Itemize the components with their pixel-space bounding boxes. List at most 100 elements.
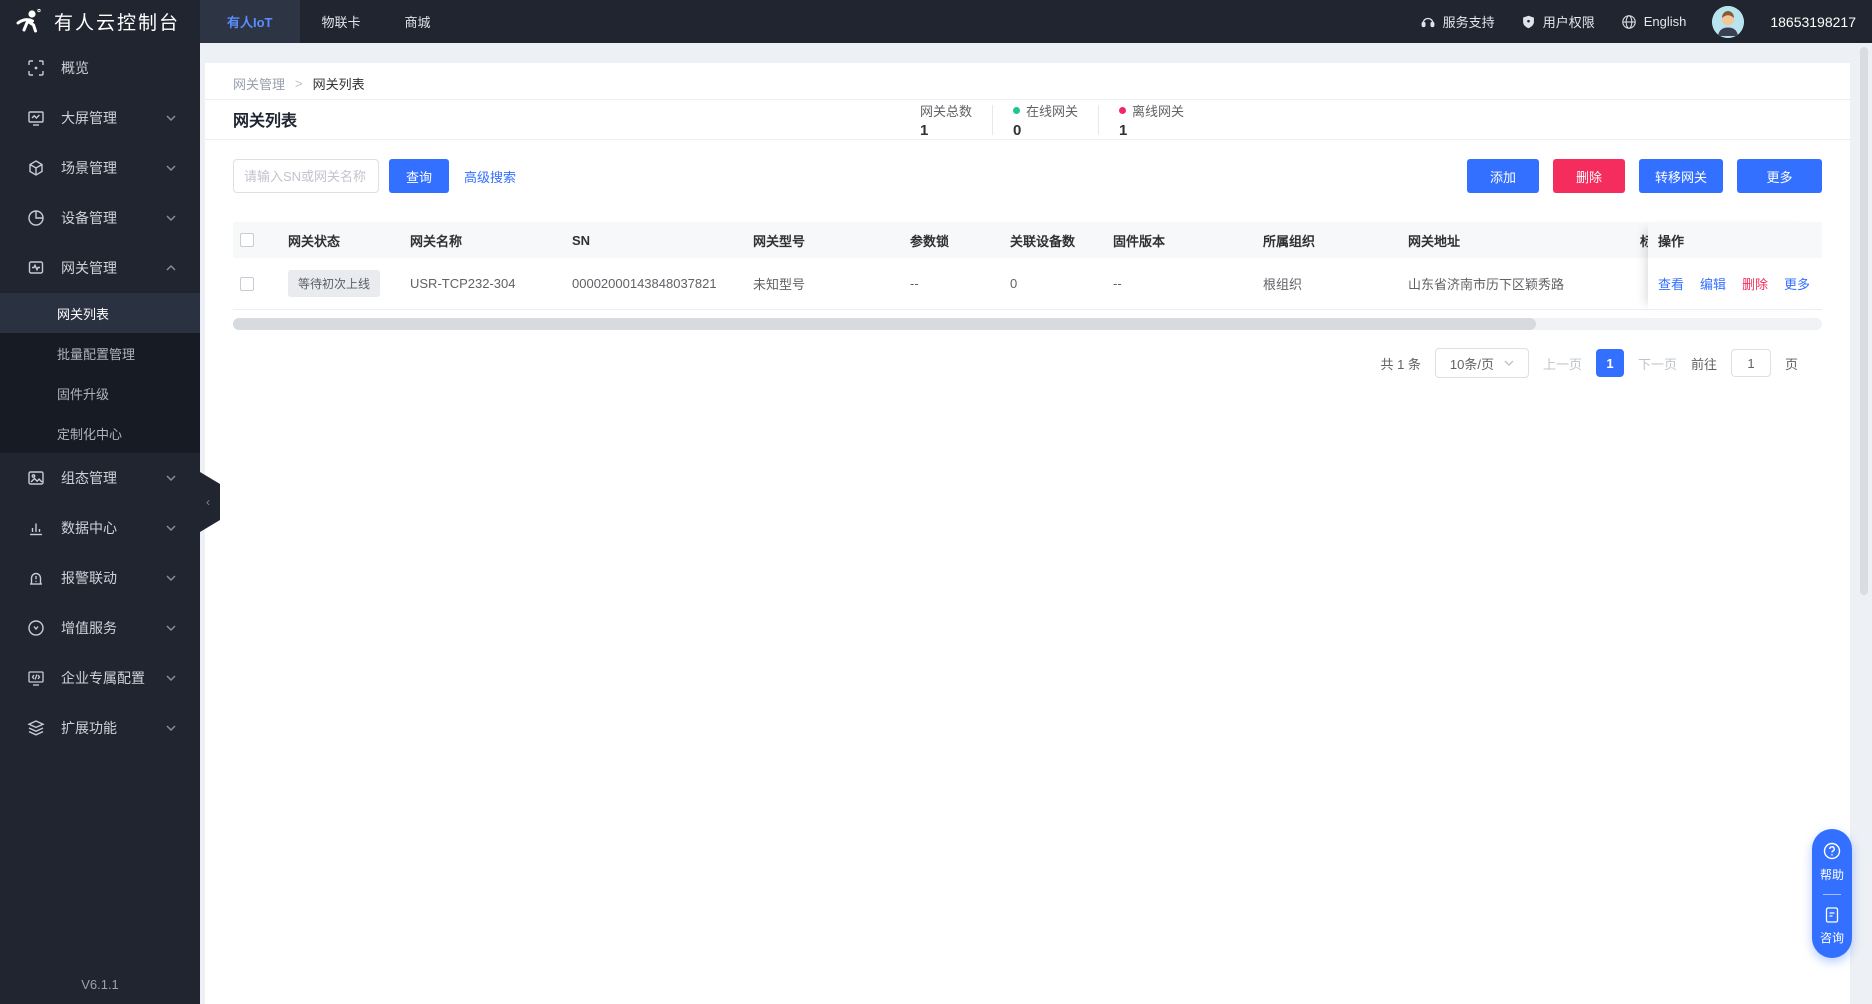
globe-icon xyxy=(1621,14,1637,30)
view-link[interactable]: 查看 xyxy=(1658,274,1684,293)
cell-address: 山东省济南市历下区颖秀路 xyxy=(1401,274,1633,293)
help-question-icon[interactable] xyxy=(1822,841,1842,861)
stat-offline: 离线网关 1 xyxy=(1099,101,1204,139)
chevron-down-icon xyxy=(166,725,176,731)
alarm-icon xyxy=(27,569,45,587)
usr-logo-icon xyxy=(13,7,43,37)
select-all-checkbox[interactable] xyxy=(240,233,254,247)
stat-online-value: 0 xyxy=(1013,122,1078,139)
online-dot-icon xyxy=(1013,107,1020,114)
horizontal-scrollbar[interactable] xyxy=(233,318,1822,330)
sidebar-item-screen-mgmt[interactable]: 大屏管理 xyxy=(0,93,200,143)
prev-page-button[interactable]: 上一页 xyxy=(1543,354,1582,373)
pagination: 共 1 条 10条/页 上一页 1 下一页 前往 页 xyxy=(205,348,1798,378)
horizontal-scrollbar-thumb[interactable] xyxy=(233,318,1536,330)
monitor-code-icon xyxy=(27,669,45,687)
account-phone[interactable]: 18653198217 xyxy=(1770,14,1856,30)
transfer-gateway-button[interactable]: 转移网关 xyxy=(1639,159,1723,193)
sidebar-item-firmware-upgrade[interactable]: 固件升级 xyxy=(0,373,200,413)
layers-icon xyxy=(27,719,45,737)
edit-link[interactable]: 编辑 xyxy=(1700,274,1726,293)
service-support-label: 服务支持 xyxy=(1443,12,1495,31)
chevron-down-icon xyxy=(166,525,176,531)
service-support[interactable]: 服务支持 xyxy=(1420,12,1495,31)
next-page-button[interactable]: 下一页 xyxy=(1638,354,1677,373)
chevron-down-icon xyxy=(166,165,176,171)
sidebar-item-alarm-linkage[interactable]: 报警联动 xyxy=(0,553,200,603)
row-more-link[interactable]: 更多 xyxy=(1784,274,1810,293)
breadcrumb-parent[interactable]: 网关管理 xyxy=(233,74,285,93)
pagination-total: 共 1 条 xyxy=(1380,354,1420,373)
sidebar-item-device-mgmt[interactable]: 设备管理 xyxy=(0,193,200,243)
avatar[interactable] xyxy=(1712,6,1744,38)
sidebar-item-label: 设备管理 xyxy=(61,208,150,228)
sidebar-item-batch-config[interactable]: 批量配置管理 xyxy=(0,333,200,373)
row-actions: 查看 编辑 删除 更多 xyxy=(1648,258,1822,310)
sidebar-item-label: 报警联动 xyxy=(61,568,150,588)
col-header-sn: SN xyxy=(565,233,746,248)
delete-button[interactable]: 删除 xyxy=(1553,159,1625,193)
vertical-scrollbar[interactable] xyxy=(1860,47,1868,595)
sidebar-item-data-center[interactable]: 数据中心 xyxy=(0,503,200,553)
sidebar-item-scene-mgmt[interactable]: 场景管理 xyxy=(0,143,200,193)
sidebar-item-value-added-services[interactable]: 增值服务 xyxy=(0,603,200,653)
tab-iot-card[interactable]: 物联卡 xyxy=(300,0,383,43)
language-label: English xyxy=(1644,14,1687,29)
more-button[interactable]: 更多 xyxy=(1737,159,1822,193)
language-switch[interactable]: English xyxy=(1621,14,1687,30)
delete-link[interactable]: 删除 xyxy=(1742,274,1768,293)
stat-offline-value: 1 xyxy=(1119,122,1184,139)
goto-label: 前往 xyxy=(1691,354,1717,373)
sidebar-item-scada-mgmt[interactable]: 组态管理 xyxy=(0,453,200,503)
sidebar-item-enterprise-config[interactable]: 企业专属配置 xyxy=(0,653,200,703)
sidebar-item-customization-center[interactable]: 定制化中心 xyxy=(0,413,200,453)
sidebar-item-label: 网关管理 xyxy=(61,258,150,278)
col-header-linked-devices: 关联设备数 xyxy=(1003,231,1106,250)
sidebar-item-label: 概览 xyxy=(61,58,176,78)
sidebar-item-gateway-list[interactable]: 网关列表 xyxy=(0,293,200,333)
query-button[interactable]: 查询 xyxy=(389,159,449,193)
col-header-address: 网关地址 xyxy=(1401,231,1633,250)
advanced-search-link[interactable]: 高级搜索 xyxy=(464,167,516,186)
consult-doc-icon[interactable] xyxy=(1823,906,1841,924)
page-unit-label: 页 xyxy=(1785,354,1798,373)
operation-fixed-column: 操作 查看 编辑 删除 更多 xyxy=(1648,222,1822,311)
gateway-submenu: 网关列表 批量配置管理 固件升级 定制化中心 xyxy=(0,293,200,453)
user-permission[interactable]: 用户权限 xyxy=(1521,12,1595,31)
toolbar: 查询 高级搜索 添加 删除 转移网关 更多 xyxy=(233,159,1822,193)
sidebar-item-label: 数据中心 xyxy=(61,518,150,538)
tab-usr-iot[interactable]: 有人IoT xyxy=(200,0,300,43)
goto-page-input[interactable] xyxy=(1731,349,1771,377)
toolbar-actions: 添加 删除 转移网关 更多 xyxy=(1467,159,1822,193)
col-header-status: 网关状态 xyxy=(281,231,403,250)
add-button[interactable]: 添加 xyxy=(1467,159,1539,193)
consult-label[interactable]: 咨询 xyxy=(1820,929,1844,946)
cell-firmware: -- xyxy=(1106,276,1256,291)
page-header: 网关列表 网关总数 1 在线网关 0 离线网关 1 xyxy=(205,100,1850,140)
sidebar-item-gateway-mgmt[interactable]: 网关管理 xyxy=(0,243,200,293)
overview-icon xyxy=(27,59,45,77)
tab-mall[interactable]: 商城 xyxy=(383,0,453,43)
col-header-operation: 操作 xyxy=(1648,222,1822,258)
cell-linked-devices: 0 xyxy=(1003,276,1106,291)
chevron-down-icon xyxy=(166,475,176,481)
page-size-select[interactable]: 10条/页 xyxy=(1435,348,1529,378)
topbar: 有人云控制台 有人IoT 物联卡 商城 服务支持 xyxy=(0,0,1872,43)
sidebar-item-overview[interactable]: 概览 xyxy=(0,43,200,93)
top-tabs: 有人IoT 物联卡 商城 xyxy=(200,0,453,43)
cell-param-lock: -- xyxy=(903,276,1003,291)
stat-online-label: 在线网关 xyxy=(1026,101,1078,120)
breadcrumb-separator: > xyxy=(295,76,303,91)
search-input[interactable] xyxy=(233,159,379,193)
current-page-button[interactable]: 1 xyxy=(1596,349,1624,377)
chevron-down-icon xyxy=(166,115,176,121)
table-header-row: 网关状态 网关名称 SN 网关型号 参数锁 关联设备数 固件版本 所属组织 网关… xyxy=(233,222,1822,258)
col-header-name: 网关名称 xyxy=(403,231,565,250)
sidebar-item-label: 扩展功能 xyxy=(61,718,150,738)
help-label[interactable]: 帮助 xyxy=(1820,866,1844,883)
bar-chart-icon xyxy=(27,519,45,537)
sidebar-item-extensions[interactable]: 扩展功能 xyxy=(0,703,200,753)
app-title: 有人云控制台 xyxy=(54,8,180,35)
row-checkbox[interactable] xyxy=(240,277,254,291)
stat-offline-label: 离线网关 xyxy=(1132,101,1184,120)
